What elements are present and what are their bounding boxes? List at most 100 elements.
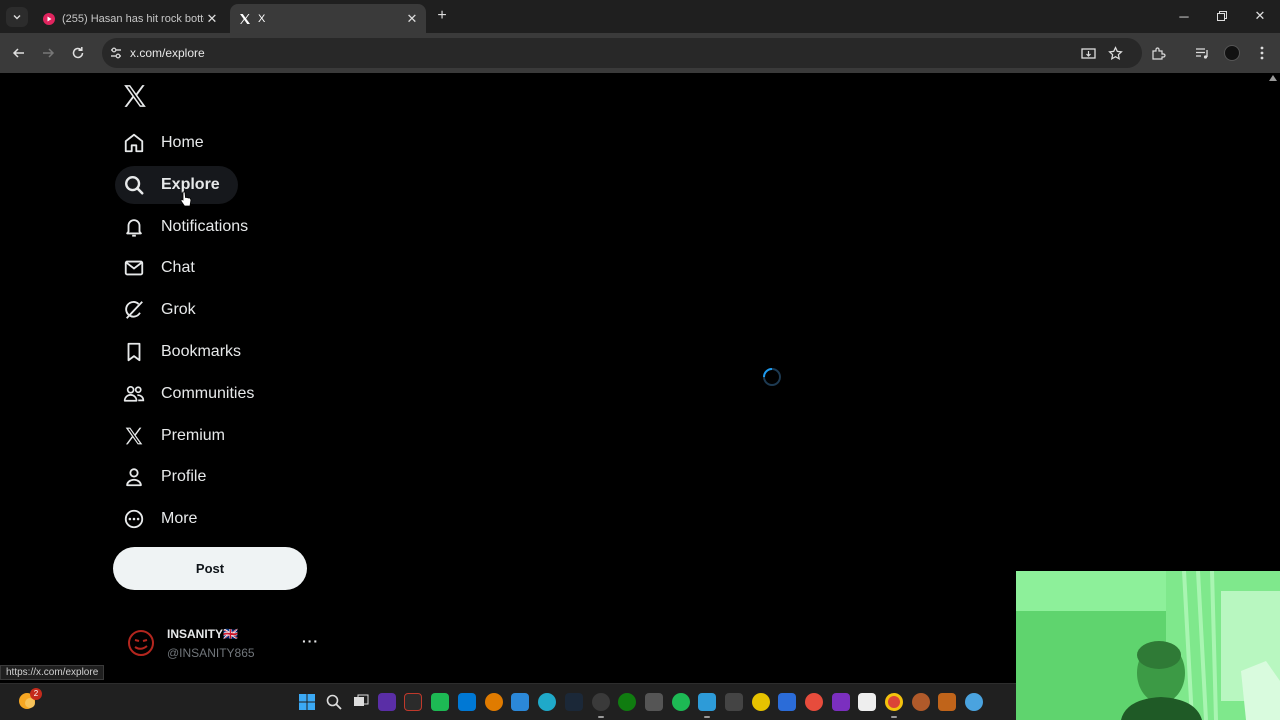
app-icon-16[interactable] [965, 693, 983, 711]
tab-title: X [258, 12, 266, 25]
sidebar-item-profile[interactable]: Profile [115, 458, 224, 496]
steam-icon[interactable] [565, 693, 583, 711]
grok-icon [123, 299, 145, 321]
sidebar-item-more[interactable]: More [115, 500, 215, 538]
close-tab-icon[interactable]: ✕ [204, 11, 220, 27]
bookmark-icon [123, 341, 145, 363]
browser-toolbar: x.com/explore [0, 33, 1280, 73]
home-icon [123, 132, 145, 154]
app-icon-10[interactable] [778, 693, 796, 711]
profile-avatar [1224, 45, 1240, 61]
app-icon-3[interactable] [431, 693, 449, 711]
sidebar-item-grok[interactable]: Grok [115, 291, 214, 329]
puzzle-icon [1151, 46, 1166, 60]
chevron-down-icon [13, 15, 21, 20]
browser-tabstrip: (255) Hasan has hit rock bottom ✕ X ✕ + … [0, 0, 1280, 33]
start-icon[interactable] [298, 693, 316, 711]
sidebar-item-label: Notifications [161, 218, 249, 235]
sidebar-item-bookmarks[interactable]: Bookmarks [115, 333, 259, 371]
task-view-icon[interactable] [352, 693, 370, 711]
sidebar-item-home[interactable]: Home [115, 124, 222, 162]
app-icon-14[interactable] [912, 693, 930, 711]
restore-icon [1217, 11, 1227, 21]
edge-icon[interactable] [538, 693, 556, 711]
profile-button[interactable] [1221, 42, 1243, 64]
app-icon-15[interactable] [938, 693, 956, 711]
x-logo-icon [123, 425, 145, 447]
sidebar-item-communities[interactable]: Communities [115, 375, 272, 413]
sidebar-item-label: Premium [161, 427, 226, 444]
sidebar-item-label: Chat [161, 259, 195, 276]
search-icon [123, 174, 145, 196]
close-window-button[interactable]: ✕ [1246, 5, 1274, 27]
app-icon-5[interactable] [511, 693, 529, 711]
account-more-icon[interactable]: ··· [302, 633, 319, 649]
communities-icon [123, 383, 145, 405]
back-button[interactable] [7, 41, 31, 65]
sidebar-item-label: More [161, 510, 198, 527]
star-icon [1107, 45, 1123, 60]
playlist-icon [1195, 47, 1208, 59]
account-switcher[interactable]: INSANITY🇬🇧 @INSANITY865 ··· [124, 624, 324, 664]
webcam-overlay [1016, 571, 1280, 720]
arrow-left-icon [12, 48, 24, 58]
scroll-up-arrow[interactable] [1269, 75, 1277, 81]
app-icon-13[interactable] [858, 693, 876, 711]
bell-icon [123, 216, 145, 238]
reload-button[interactable] [66, 41, 90, 65]
app-icon-2[interactable] [404, 693, 422, 711]
forward-button[interactable] [36, 41, 60, 65]
webcam-feed-image [1016, 571, 1280, 720]
app-icon-6[interactable] [592, 693, 610, 711]
post-button[interactable]: Post [113, 547, 307, 590]
install-app-button[interactable] [1077, 42, 1099, 64]
app-icon-8[interactable] [725, 693, 743, 711]
reload-icon [72, 47, 84, 59]
sidebar-item-premium[interactable]: Premium [115, 417, 243, 455]
x-logo-icon[interactable] [122, 83, 148, 109]
running-indicator [598, 716, 604, 718]
hand-cursor-icon [180, 191, 192, 207]
sidebar-item-explore[interactable]: Explore [115, 166, 238, 204]
account-handle: @INSANITY865 [167, 646, 255, 660]
weather-widget[interactable]: 2 [17, 688, 42, 713]
tab-search-button[interactable] [6, 7, 28, 27]
app-icon-11[interactable] [805, 693, 823, 711]
tab-x[interactable]: X ✕ [230, 4, 426, 33]
install-icon [1080, 47, 1096, 59]
new-tab-button[interactable]: + [433, 7, 451, 25]
app-icon-12[interactable] [832, 693, 850, 711]
more-circle-icon [123, 508, 145, 530]
notepad-icon[interactable] [698, 693, 716, 711]
sidebar-item-chat[interactable]: Chat [115, 249, 213, 287]
close-tab-icon[interactable]: ✕ [404, 11, 420, 27]
app-icon-4[interactable] [485, 693, 503, 711]
sidebar-item-label: Communities [161, 385, 255, 402]
xbox-icon[interactable] [618, 693, 636, 711]
app-icon-9[interactable] [752, 693, 770, 711]
extensions-button[interactable] [1147, 42, 1169, 64]
minimize-button[interactable]: ─ [1170, 5, 1198, 27]
spotify-icon[interactable] [672, 693, 690, 711]
youtube-icon [42, 12, 56, 26]
bookmark-star-button[interactable] [1104, 42, 1126, 64]
browser-menu-button[interactable] [1251, 42, 1273, 64]
site-settings-icon[interactable] [108, 45, 124, 61]
app-icon-1[interactable] [378, 693, 396, 711]
tab-youtube[interactable]: (255) Hasan has hit rock bottom ✕ [36, 4, 226, 33]
mail-icon [123, 257, 145, 279]
sidebar-item-notifications[interactable]: Notifications [115, 208, 266, 246]
address-bar[interactable]: x.com/explore [102, 38, 1142, 68]
vscode-icon[interactable] [458, 693, 476, 711]
status-bar-url: https://x.com/explore [0, 665, 105, 680]
restore-button[interactable] [1208, 5, 1236, 27]
app-icon-7[interactable] [645, 693, 663, 711]
tab-title: (255) Hasan has hit rock bottom [62, 12, 204, 25]
url-text: x.com/explore [130, 46, 205, 60]
windows-taskbar: 2 [0, 683, 1016, 720]
media-controls-button[interactable] [1191, 42, 1213, 64]
chrome-icon[interactable] [885, 693, 903, 711]
sidebar-item-label: Grok [161, 301, 196, 318]
taskbar-search-icon[interactable] [325, 693, 343, 711]
running-indicator [704, 716, 710, 718]
